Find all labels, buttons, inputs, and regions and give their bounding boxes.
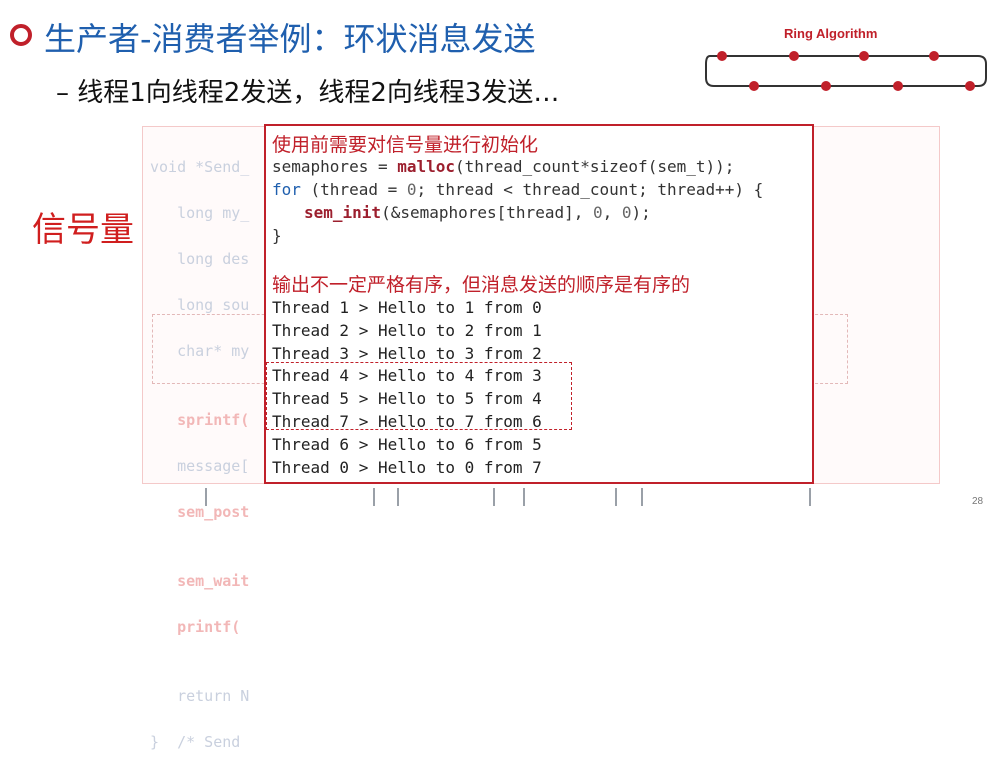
- ring-node: [859, 51, 869, 61]
- bg-code-line: sem_wait: [150, 572, 250, 590]
- code-text: semaphores =: [272, 157, 398, 176]
- ring-path: [705, 55, 987, 87]
- code-function: malloc: [397, 157, 456, 176]
- slide-subtitle: – 线程1向线程2发送，线程2向线程3发送…: [56, 78, 560, 108]
- code-line-close-brace: }: [272, 226, 282, 245]
- ring-node: [717, 51, 727, 61]
- output-line: Thread 2 > Hello to 2 from 1: [272, 321, 542, 340]
- output-line: Thread 1 > Hello to 1 from 0: [272, 298, 542, 317]
- code-number: 0: [592, 203, 603, 222]
- ring-node: [929, 51, 939, 61]
- init-note: 使用前需要对信号量进行初始化: [272, 134, 539, 156]
- code-text: ; thread < thread_count; thread++) {: [416, 180, 764, 199]
- code-text: (thread_count*sizeof(sem_t));: [455, 157, 735, 176]
- bg-code-line: printf(: [150, 618, 241, 636]
- slide-title: 生产者-消费者举例：环状消息发送: [44, 20, 536, 58]
- code-line-malloc: semaphores = malloc(thread_count*sizeof(…: [272, 157, 734, 176]
- semaphore-label: 信号量: [32, 210, 134, 250]
- code-text: ,: [602, 203, 622, 222]
- bg-code-line: long des: [150, 250, 250, 268]
- code-keyword: for: [272, 180, 301, 199]
- code-function: sem_init: [304, 203, 382, 222]
- bottom-ticks: [205, 488, 825, 506]
- bg-code-line: message[: [150, 457, 250, 475]
- background-code: void *Send_ long my_ long des long sou c…: [150, 133, 249, 777]
- ring-node: [789, 51, 799, 61]
- ring-node: [749, 81, 759, 91]
- code-text: (&semaphores[thread],: [381, 203, 593, 222]
- tick-mark: [641, 488, 643, 506]
- tick-mark: [809, 488, 811, 506]
- ring-node: [821, 81, 831, 91]
- tick-mark: [397, 488, 399, 506]
- code-text: (thread =: [300, 180, 407, 199]
- bg-code-line: long my_: [150, 204, 250, 222]
- output-highlight-box: [266, 362, 572, 430]
- ring-algorithm-label: Ring Algorithm: [784, 26, 878, 41]
- ring-node: [893, 81, 903, 91]
- bg-code-line: long sou: [150, 296, 250, 314]
- code-line-for: for (thread = 0; thread < thread_count; …: [272, 180, 763, 199]
- tick-mark: [493, 488, 495, 506]
- tick-mark: [373, 488, 375, 506]
- page-number: 28: [972, 496, 984, 507]
- bg-code-line: void *Send_: [150, 158, 250, 176]
- tick-mark: [615, 488, 617, 506]
- code-line-sem-init: sem_init(&semaphores[thread], 0, 0);: [304, 203, 651, 222]
- bg-code-line: } /* Send: [150, 733, 241, 751]
- bullet-ring-icon: [10, 24, 32, 46]
- ring-algorithm-diagram: [705, 51, 987, 91]
- code-text: );: [631, 203, 651, 222]
- output-line: Thread 6 > Hello to 6 from 5: [272, 435, 542, 454]
- output-note: 输出不一定严格有序，但消息发送的顺序是有序的: [272, 274, 691, 296]
- tick-mark: [205, 488, 207, 506]
- bg-code-line: char* my: [150, 342, 250, 360]
- code-number: 0: [621, 203, 632, 222]
- code-number: 0: [406, 180, 417, 199]
- ring-node: [965, 81, 975, 91]
- bg-code-line: return N: [150, 687, 250, 705]
- output-line: Thread 0 > Hello to 0 from 7: [272, 458, 542, 477]
- output-line: Thread 3 > Hello to 3 from 2: [272, 344, 542, 363]
- bg-code-line: sprintf(: [150, 411, 250, 429]
- tick-mark: [523, 488, 525, 506]
